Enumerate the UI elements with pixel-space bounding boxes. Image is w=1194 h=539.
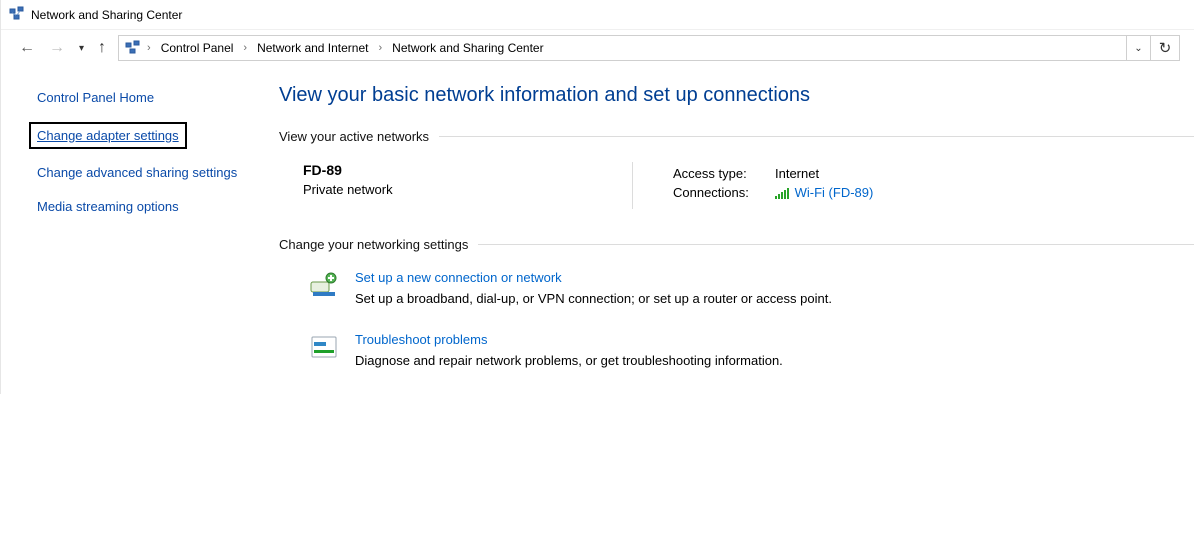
breadcrumb-sep-icon[interactable]: › — [239, 42, 251, 54]
active-network: FD-89 Private network Access type: Inter… — [303, 162, 1194, 209]
divider — [478, 244, 1194, 245]
network-details: Access type: Internet Connections: Wi-Fi… — [673, 162, 873, 209]
up-button[interactable]: ↑ — [98, 39, 106, 57]
connections-value: Wi-Fi (FD-89) — [767, 185, 873, 200]
divider — [439, 136, 1194, 137]
breadcrumb-network-sharing[interactable]: Network and Sharing Center — [388, 39, 547, 57]
connections-label: Connections: — [673, 185, 763, 200]
active-networks-header: View your active networks — [279, 129, 1194, 144]
wifi-signal-icon — [775, 188, 789, 199]
sidebar-item-change-advanced-sharing[interactable]: Change advanced sharing settings — [37, 163, 237, 183]
window-title: Network and Sharing Center — [31, 8, 182, 22]
network-identity: FD-89 Private network — [303, 162, 633, 209]
setup-connection-link[interactable]: Set up a new connection or network — [355, 270, 562, 285]
troubleshoot-icon — [309, 332, 339, 362]
addressbar[interactable]: › Control Panel › Network and Internet ›… — [118, 35, 1126, 61]
addressbar-icon — [125, 39, 141, 58]
page-title: View your basic network information and … — [279, 84, 1194, 107]
toolbar: ← → ▾ ↑ › Control Panel › Network and In… — [1, 30, 1194, 66]
connection-link[interactable]: Wi-Fi (FD-89) — [795, 185, 874, 200]
content: View your basic network information and … — [259, 66, 1194, 394]
sidebar-item-change-adapter-settings[interactable]: Change adapter settings — [29, 122, 187, 150]
refresh-button[interactable]: ↻ — [1150, 35, 1180, 61]
troubleshoot-desc: Diagnose and repair network problems, or… — [355, 353, 783, 368]
change-settings-header: Change your networking settings — [279, 237, 1194, 252]
nav-arrows: ← → ▾ ↑ — [19, 39, 106, 57]
setup-connection-desc: Set up a broadband, dial-up, or VPN conn… — [355, 291, 832, 306]
network-type: Private network — [303, 182, 632, 197]
setup-connection-icon — [309, 270, 339, 300]
forward-button[interactable]: → — [49, 40, 65, 56]
sidebar: Control Panel Home Change adapter settin… — [1, 66, 259, 394]
option-troubleshoot: Troubleshoot problems Diagnose and repai… — [309, 332, 1194, 368]
troubleshoot-link[interactable]: Troubleshoot problems — [355, 332, 487, 347]
option-setup-connection: Set up a new connection or network Set u… — [309, 270, 1194, 306]
breadcrumb-network-internet[interactable]: Network and Internet — [253, 39, 372, 57]
history-dropdown[interactable]: ▾ — [79, 43, 84, 54]
titlebar: Network and Sharing Center — [1, 0, 1194, 30]
network-name: FD-89 — [303, 162, 632, 178]
active-networks-label: View your active networks — [279, 129, 429, 144]
breadcrumb-sep-icon[interactable]: › — [375, 42, 387, 54]
breadcrumb-control-panel[interactable]: Control Panel — [157, 39, 238, 57]
change-settings-label: Change your networking settings — [279, 237, 468, 252]
addressbar-dropdown[interactable]: ⌄ — [1126, 35, 1150, 61]
access-type-label: Access type: — [673, 166, 763, 181]
app-icon — [9, 5, 25, 24]
sidebar-item-control-panel-home[interactable]: Control Panel Home — [37, 88, 154, 108]
sidebar-item-media-streaming[interactable]: Media streaming options — [37, 197, 179, 217]
back-button[interactable]: ← — [19, 40, 35, 56]
addressbar-wrap: › Control Panel › Network and Internet ›… — [118, 35, 1180, 61]
breadcrumb-sep-icon[interactable]: › — [143, 42, 155, 54]
access-type-value: Internet — [767, 166, 819, 181]
